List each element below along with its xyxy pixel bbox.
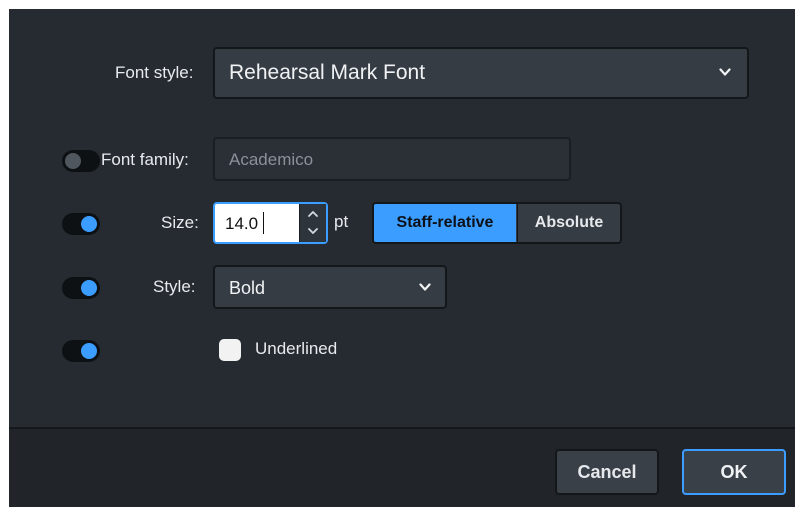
size-override-toggle[interactable] — [62, 213, 100, 235]
style-value: Bold — [229, 278, 266, 298]
style-override-toggle[interactable] — [62, 277, 100, 299]
size-input[interactable]: 14.0 — [225, 214, 258, 234]
chevron-down-icon[interactable] — [306, 224, 320, 238]
font-style-value: Rehearsal Mark Font — [229, 61, 426, 84]
style-label: Style: — [153, 277, 196, 296]
font-family-placeholder: Academico — [229, 150, 314, 169]
size-mode-segmented-control: Staff-relative Absolute — [372, 202, 622, 244]
font-family-label: Font family: — [101, 150, 189, 169]
size-stepper[interactable] — [299, 204, 326, 242]
chevron-down-icon — [719, 68, 731, 76]
underlined-checkbox[interactable] — [219, 339, 241, 361]
absolute-option[interactable]: Absolute — [517, 204, 620, 242]
font-style-dialog: Font style: Rehearsal Mark Font Font fam… — [9, 9, 795, 507]
size-spinner[interactable]: 14.0 — [213, 202, 328, 244]
font-family-override-toggle[interactable] — [62, 150, 100, 172]
size-label: Size: — [161, 213, 199, 232]
toggle-knob — [81, 343, 97, 359]
cancel-button[interactable]: Cancel — [555, 449, 659, 495]
toggle-knob — [81, 280, 97, 296]
font-family-field: Academico — [213, 137, 571, 181]
font-style-select[interactable]: Rehearsal Mark Font — [213, 47, 749, 99]
style-select[interactable]: Bold — [213, 265, 447, 309]
font-style-label: Font style: — [115, 63, 194, 82]
toggle-knob — [65, 153, 81, 169]
underlined-override-toggle[interactable] — [62, 340, 100, 362]
staff-relative-option[interactable]: Staff-relative — [374, 204, 516, 242]
dialog-footer — [9, 427, 795, 507]
text-caret — [263, 212, 264, 234]
toggle-knob — [81, 216, 97, 232]
chevron-up-icon[interactable] — [306, 207, 320, 221]
chevron-down-icon — [419, 283, 431, 291]
ok-button[interactable]: OK — [682, 449, 786, 495]
size-unit: pt — [334, 212, 349, 231]
underlined-label: Underlined — [255, 339, 338, 358]
